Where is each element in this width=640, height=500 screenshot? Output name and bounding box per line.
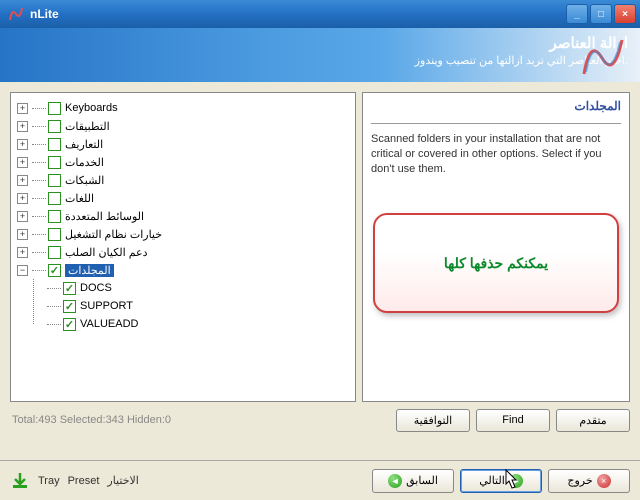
checkbox[interactable]	[48, 120, 61, 133]
header-subtitle: .اختر العناصر التي تريد ازالتها من تنصيب…	[12, 54, 628, 67]
tree-child-node[interactable]: SUPPORT	[45, 297, 351, 315]
tree-child-node[interactable]: VALUEADD	[45, 315, 351, 333]
tree-child-node[interactable]: DOCS	[45, 279, 351, 297]
choice-link[interactable]: الاختيار	[107, 474, 138, 487]
tray-icon[interactable]	[10, 471, 30, 491]
tree-node[interactable]: + خيارات نظام التشغيل	[15, 225, 351, 243]
annotation-callout: يمكنكم حذفها كلها	[373, 213, 619, 313]
tree-node-label: دعم الكيان الصلب	[65, 246, 148, 259]
checkbox[interactable]	[48, 246, 61, 259]
expander-icon[interactable]: +	[17, 211, 28, 222]
compatibility-button[interactable]: التوافقية	[396, 409, 470, 432]
expander-icon[interactable]: +	[17, 193, 28, 204]
header-title: ازالة العناصر	[12, 34, 628, 52]
tree-node[interactable]: + الخدمات	[15, 153, 351, 171]
expander-icon[interactable]: +	[17, 121, 28, 132]
tree-node-label: الخدمات	[65, 156, 104, 169]
back-label: السابق	[406, 474, 438, 487]
tree-node-label: خيارات نظام التشغيل	[65, 228, 162, 241]
tree-node-label: Keyboards	[65, 102, 118, 114]
description-text: Scanned folders in your installation tha…	[371, 132, 621, 177]
checkbox[interactable]	[63, 300, 76, 313]
window-title: nLite	[28, 7, 564, 21]
annotation-text: يمكنكم حذفها كلها	[444, 255, 548, 272]
checkbox[interactable]	[48, 156, 61, 169]
tree-node[interactable]: − المجلدات	[15, 261, 351, 279]
tree-node-label: التطبيقات	[65, 120, 110, 133]
preset-link[interactable]: Preset	[68, 475, 100, 487]
checkbox[interactable]	[48, 264, 61, 277]
tree-node[interactable]: + اللغات	[15, 189, 351, 207]
expander-icon[interactable]: +	[17, 103, 28, 114]
tree-node[interactable]: + الوسائط المتعددة	[15, 207, 351, 225]
expander-icon[interactable]: +	[17, 229, 28, 240]
description-title: المجلدات	[371, 99, 621, 124]
status-text: Total:493 Selected:343 Hidden:0	[10, 414, 390, 426]
checkbox[interactable]	[63, 282, 76, 295]
tree-node[interactable]: + الشبكات	[15, 171, 351, 189]
tree-node-label: الشبكات	[65, 174, 104, 187]
find-button[interactable]: Find	[476, 409, 550, 432]
tree-node[interactable]: + دعم الكيان الصلب	[15, 243, 351, 261]
close-button[interactable]: ×	[614, 4, 636, 24]
checkbox[interactable]	[48, 210, 61, 223]
expander-icon[interactable]: +	[17, 157, 28, 168]
page-header: ازالة العناصر .اختر العناصر التي تريد از…	[0, 28, 640, 82]
arrow-left-icon: ◄	[388, 474, 402, 488]
nlite-logo-icon	[576, 32, 628, 80]
content-area: + Keyboards + التطبيقات + التعاريف + الخدمات + ال…	[0, 82, 640, 460]
next-button[interactable]: التالي ►	[460, 469, 542, 493]
tree-node-label: التعاريف	[65, 138, 103, 151]
maximize-button[interactable]: □	[590, 4, 612, 24]
checkbox[interactable]	[48, 228, 61, 241]
tree-node-label: المجلدات	[65, 264, 114, 277]
exit-button[interactable]: خروج ×	[548, 469, 630, 493]
expander-icon[interactable]: +	[17, 247, 28, 258]
tree-node-label: الوسائط المتعددة	[65, 210, 144, 223]
tree-node-label: VALUEADD	[80, 318, 138, 330]
footer: Tray Preset الاختيار ◄ السابق التالي ► خ…	[0, 460, 640, 500]
tree-node-label: اللغات	[65, 192, 94, 205]
description-panel: المجلدات Scanned folders in your install…	[362, 92, 630, 402]
tree-node-label: SUPPORT	[80, 300, 133, 312]
checkbox[interactable]	[63, 318, 76, 331]
tree-node[interactable]: + Keyboards	[15, 99, 351, 117]
tree-node[interactable]: + التطبيقات	[15, 117, 351, 135]
exit-icon: ×	[597, 474, 611, 488]
checkbox[interactable]	[48, 138, 61, 151]
component-tree[interactable]: + Keyboards + التطبيقات + التعاريف + الخدمات + ال…	[10, 92, 356, 402]
next-label: التالي	[479, 474, 505, 487]
tray-link[interactable]: Tray	[38, 475, 60, 487]
minimize-button[interactable]: _	[566, 4, 588, 24]
tree-node[interactable]: + التعاريف	[15, 135, 351, 153]
arrow-right-icon: ►	[509, 474, 523, 488]
checkbox[interactable]	[48, 102, 61, 115]
status-row: Total:493 Selected:343 Hidden:0 التوافقي…	[10, 408, 630, 432]
advanced-button[interactable]: متقدم	[556, 409, 630, 432]
checkbox[interactable]	[48, 192, 61, 205]
titlebar: nLite _ □ ×	[0, 0, 640, 28]
expander-icon[interactable]: +	[17, 139, 28, 150]
exit-label: خروج	[567, 474, 592, 487]
back-button[interactable]: ◄ السابق	[372, 469, 454, 493]
app-logo-icon	[8, 6, 24, 22]
expander-icon[interactable]: −	[17, 265, 28, 276]
checkbox[interactable]	[48, 174, 61, 187]
expander-icon[interactable]: +	[17, 175, 28, 186]
tree-node-label: DOCS	[80, 282, 112, 294]
